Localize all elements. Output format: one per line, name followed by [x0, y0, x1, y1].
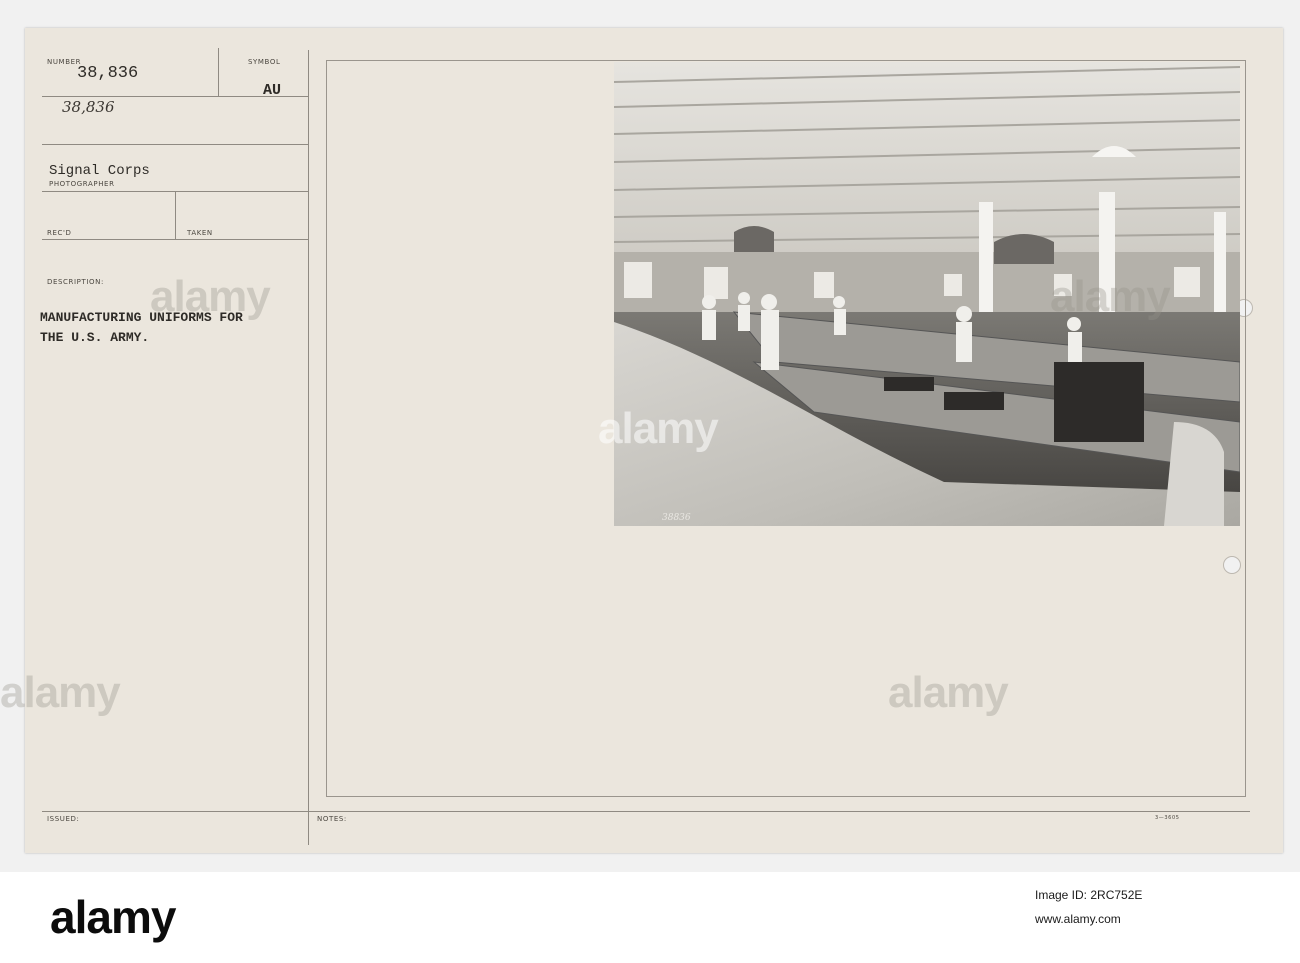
number-typed: 38,836 [77, 64, 139, 83]
alamy-logo: alamy [50, 891, 176, 943]
footer-bar: alamy Image ID: 2RC752E www.alamy.com [0, 872, 1300, 963]
photographer-label: PHOTOGRAPHER [49, 180, 115, 188]
watermark-5: alamy [888, 668, 1009, 717]
rule-bottom [42, 811, 1250, 812]
image-id: Image ID: 2RC752E [1035, 888, 1143, 902]
site-link[interactable]: www.alamy.com [1035, 912, 1121, 926]
taken-label: TAKEN [187, 229, 213, 237]
issued-label: ISSUED: [47, 815, 80, 823]
rule-recd [42, 239, 308, 240]
description-label: DESCRIPTION: [47, 278, 104, 286]
watermark-4: alamy [0, 668, 121, 717]
photo-inscription: 38836 [662, 513, 691, 523]
watermark-3: alamy [1050, 272, 1171, 321]
watermark-2: alamy [598, 404, 719, 453]
notes-label: NOTES: [317, 815, 347, 823]
recd-label: REC'D [47, 229, 72, 237]
form-code: 3—3605 [1155, 815, 1180, 821]
symbol-value: AU [263, 82, 282, 99]
rule-vertical-taken [175, 191, 176, 239]
description-line-2: THE U.S. ARMY. [40, 330, 150, 345]
photographer-value: Signal Corps [49, 163, 150, 179]
rule-photographer-top [42, 144, 308, 145]
rule-vertical-symbol [218, 48, 219, 96]
watermark-1: alamy [150, 272, 271, 321]
number-handwritten: 38,836 [62, 98, 115, 116]
rule-vertical-main [308, 50, 309, 845]
number-label: NUMBER [47, 58, 82, 66]
symbol-label: SYMBOL [248, 58, 281, 66]
